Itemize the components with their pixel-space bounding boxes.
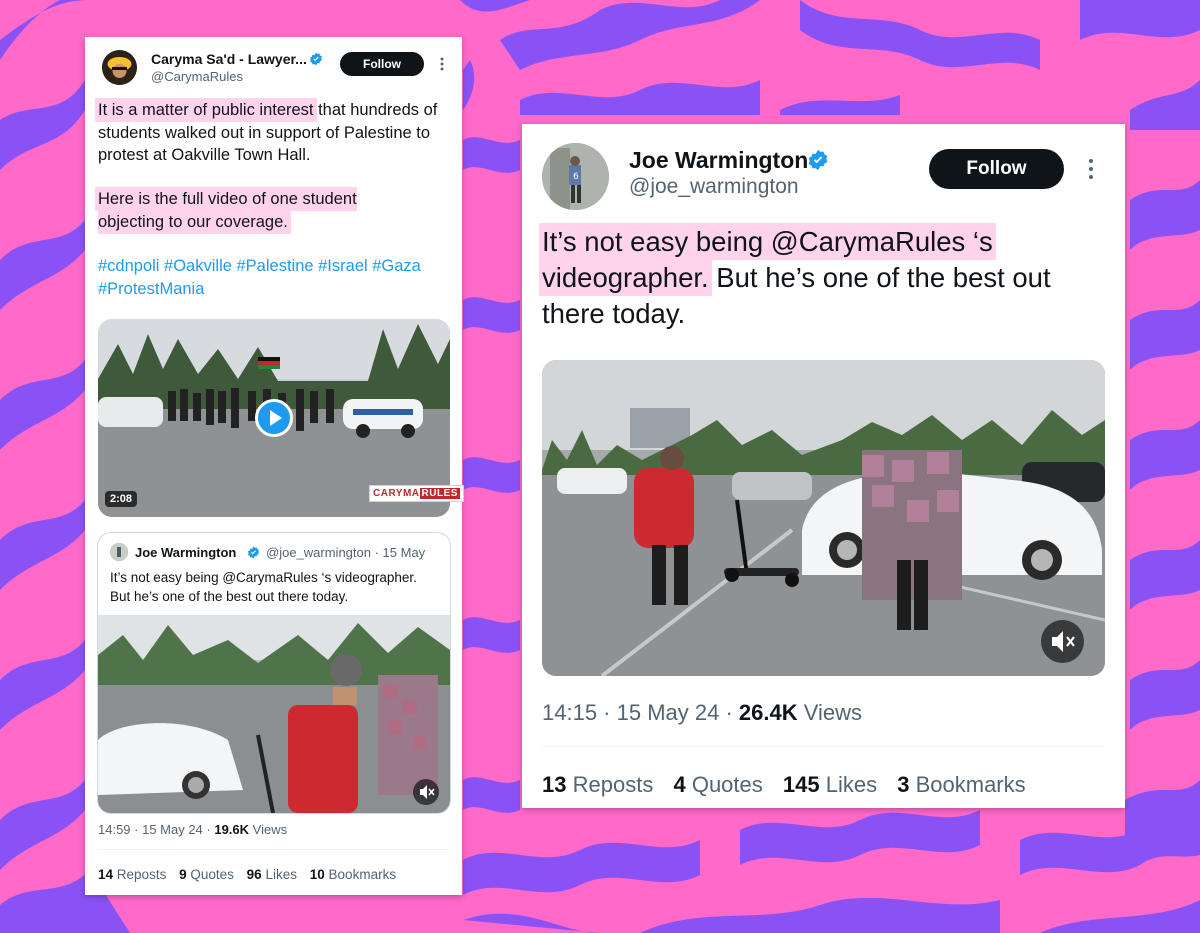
tweet-meta: 14:15 · 15 May 24 · 26.4K Views: [542, 700, 862, 726]
likes-label: Likes: [265, 867, 297, 882]
quote-avatar[interactable]: [110, 543, 128, 561]
quotes-stat[interactable]: 9 Quotes: [179, 867, 234, 882]
bookmarks-stat[interactable]: 10 Bookmarks: [310, 867, 396, 882]
verified-badge-icon: [808, 149, 828, 171]
likes-stat[interactable]: 96 Likes: [247, 867, 297, 882]
tweet-text: It’s not easy being @CarymaRules ‘s vide…: [542, 224, 1112, 332]
follow-button[interactable]: Follow: [929, 149, 1064, 189]
bookmarks-count: 10: [309, 867, 325, 882]
quote-author-handle: @joe_warmington · 15 May: [266, 545, 425, 560]
reposts-stat[interactable]: 14 Reposts: [98, 867, 166, 882]
follow-button[interactable]: Follow: [340, 52, 424, 76]
quotes-count: 9: [179, 867, 187, 882]
tweet-time[interactable]: 14:59 · 15 May 24 ·: [98, 822, 214, 837]
quotes-count: 4: [673, 772, 686, 797]
video-thumbnail-parking-lot[interactable]: [542, 360, 1105, 676]
highlight-public-interest: It is a matter of public interest: [98, 101, 314, 119]
stats-row: 14 Reposts 9 Quotes 96 Likes 10 Bookmark…: [98, 867, 396, 882]
quote-handle[interactable]: @joe_warmington: [266, 545, 371, 560]
divider: [98, 849, 450, 850]
play-icon[interactable]: [255, 399, 293, 437]
watermark-part-a: CARYMA: [373, 488, 420, 499]
quote-text: It’s not easy being @CarymaRules ‘s vide…: [110, 570, 417, 604]
divider: [542, 746, 1105, 747]
bookmarks-stat[interactable]: 3 Bookmarks: [897, 772, 1025, 797]
highlight-videographer: videographer.: [542, 262, 709, 293]
quoted-tweet[interactable]: Joe Warmington @joe_warmington · 15 May …: [97, 532, 451, 814]
quotes-label: Quotes: [190, 867, 234, 882]
reposts-stat[interactable]: 13 Reposts: [542, 772, 653, 797]
views-count: 19.6K: [214, 822, 250, 837]
likes-stat[interactable]: 145 Likes: [783, 772, 877, 797]
verified-badge-icon: [248, 546, 259, 559]
views-label: Views: [249, 822, 288, 837]
likes-count: 145: [782, 772, 820, 797]
svg-text:6: 6: [573, 172, 579, 182]
views-count: 26.4K: [738, 700, 798, 725]
carymarules-watermark: CARYMA RULES: [369, 485, 464, 502]
author-name[interactable]: Joe Warmington: [629, 147, 808, 174]
avatar-caryma[interactable]: [102, 50, 137, 85]
quote-video-thumbnail[interactable]: [98, 615, 450, 813]
highlight-full-video: Here is the full video of one student ob…: [98, 190, 357, 231]
highlight-line1: It’s not easy being @CarymaRules ‘s: [542, 226, 993, 257]
more-options-icon[interactable]: [438, 55, 446, 73]
author-handle[interactable]: @CarymaRules: [151, 69, 243, 84]
bookmarks-label: Bookmarks: [915, 772, 1026, 797]
mute-icon[interactable]: [1041, 620, 1084, 663]
bookmarks-count: 3: [897, 772, 910, 797]
reposts-label: Reposts: [116, 867, 167, 882]
avatar-warmington[interactable]: 6: [542, 143, 609, 210]
views-label: Views: [797, 700, 863, 725]
tweet-text: It is a matter of public interest that h…: [98, 99, 453, 167]
bookmarks-label: Bookmarks: [328, 867, 397, 882]
quotes-stat[interactable]: 4 Quotes: [673, 772, 762, 797]
verified-badge-icon: [310, 52, 322, 66]
video-duration: 2:08: [105, 491, 138, 507]
quote-author-name[interactable]: Joe Warmington: [135, 545, 236, 560]
tweet-card-warmington: 6 Joe Warmington @joe_warmington Follow …: [522, 124, 1125, 808]
quote-date: · 15 May: [374, 545, 426, 560]
tweet-card-caryma: Caryma Sa'd - Lawyer... @CarymaRules Fol…: [85, 37, 464, 895]
tweet-text-para2: Here is the full video of one student ob…: [98, 188, 388, 233]
tweet-meta: 14:59 · 15 May 24 · 19.6K Views: [98, 822, 287, 837]
mute-icon[interactable]: [413, 779, 439, 805]
quotes-label: Quotes: [691, 772, 763, 797]
more-options-icon[interactable]: [1087, 156, 1095, 182]
watermark-part-b: RULES: [419, 488, 460, 499]
likes-count: 96: [246, 867, 262, 882]
author-handle[interactable]: @joe_warmington: [629, 175, 799, 199]
stats-row: 13 Reposts 4 Quotes 145 Likes 3 Bookmark…: [542, 772, 1026, 798]
reposts-count: 14: [98, 867, 114, 882]
likes-label: Likes: [825, 772, 878, 797]
tweet-time[interactable]: 14:15 · 15 May 24 ·: [542, 700, 739, 725]
reposts-count: 13: [542, 772, 567, 797]
author-name[interactable]: Caryma Sa'd - Lawyer...: [151, 51, 307, 67]
hashtags[interactable]: #cdnpoli #Oakville #Palestine #Israel #G…: [98, 255, 458, 300]
reposts-label: Reposts: [572, 772, 654, 797]
